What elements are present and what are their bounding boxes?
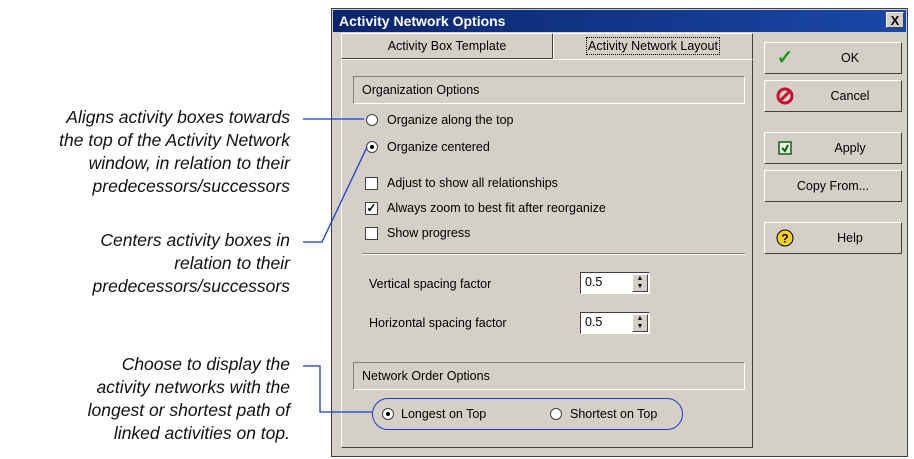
connector-organize-centered [303,146,368,243]
callout-connectors [303,118,372,413]
connector-network-order [303,365,372,413]
